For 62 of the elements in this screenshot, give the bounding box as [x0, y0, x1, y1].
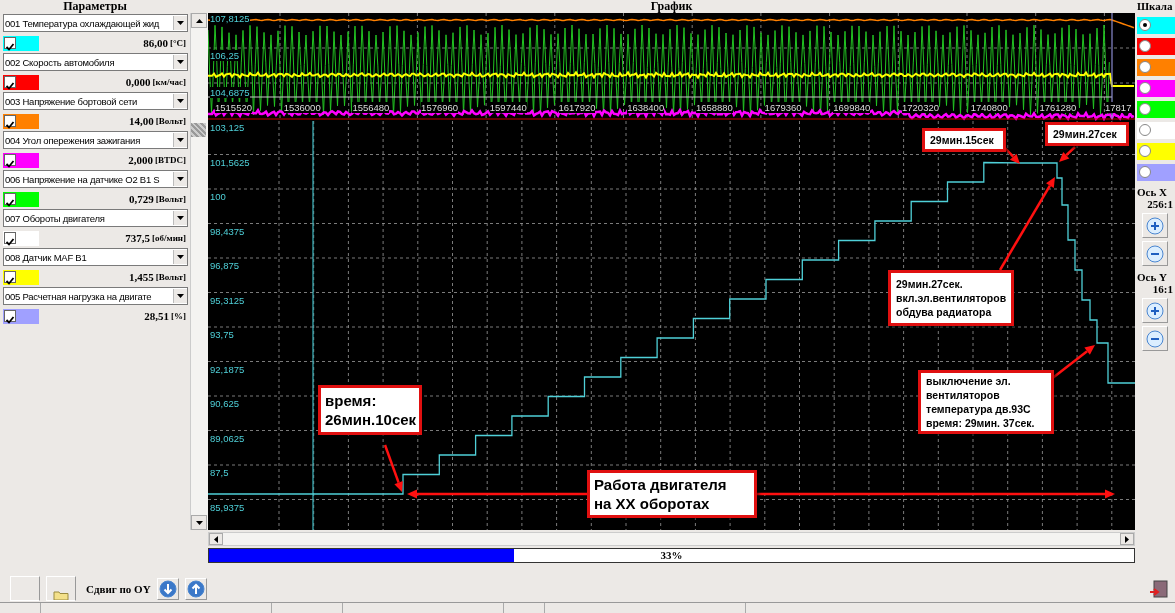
callout-note: время: 26мин.10сек — [318, 385, 422, 435]
value-text: 86,00 — [143, 37, 168, 49]
axis-label: 1699840 — [833, 102, 871, 113]
axis-label: 1658880 — [695, 102, 733, 113]
axis-label: 100 — [210, 191, 226, 202]
axis-label: 17817 — [1105, 102, 1132, 113]
axis-label: 1720320 — [902, 102, 939, 113]
axis-label: 1597440 — [489, 102, 527, 113]
parameter-dropdown[interactable]: 001 Температура охлаждающей жид — [3, 14, 188, 32]
parameter-dropdown[interactable]: 006 Напряжение на датчике O2 B1 S — [3, 170, 188, 188]
axis-label: 1679360 — [764, 102, 802, 113]
axis-label: 1515520 — [215, 102, 252, 113]
panel-title: Шкала — [1136, 0, 1174, 13]
callout-note: выключение эл. вентиляторов температура дв.93С время: 29мин. 37сек. — [918, 370, 1054, 434]
scale-ratio: 16:1 — [1152, 283, 1173, 295]
parameter-dropdown[interactable]: 003 Напряжение бортовой сети — [3, 92, 188, 110]
unit-text: [Вольт] — [155, 272, 186, 282]
progress-text: 33% — [660, 549, 683, 562]
value-text: 1,455 — [129, 271, 154, 283]
axis-label: 1617920 — [558, 102, 596, 113]
panel-title: График — [649, 0, 694, 13]
panel-title: Параметры — [62, 0, 128, 13]
axis-label: 87,5 — [210, 467, 229, 478]
unit-text: [BTDC] — [155, 155, 186, 165]
unit-text: [Вольт] — [155, 116, 186, 126]
value-text: 0,000 — [125, 76, 151, 88]
parameter-dropdown[interactable]: 007 Обороты двигателя — [3, 209, 188, 227]
value-text: 737,5 — [125, 232, 150, 244]
axis-label: 1576960 — [421, 102, 459, 113]
unit-text: [Вольт] — [155, 194, 186, 204]
axis-label: 104,6875 — [210, 87, 250, 98]
axis-label: 90,625 — [210, 398, 240, 409]
parameter-dropdown[interactable]: 005 Расчетная нагрузка на двигате — [3, 287, 188, 305]
parameter-dropdown[interactable]: 004 Угол опережения зажигания — [3, 131, 188, 149]
axis-label: Ось Y — [1137, 272, 1167, 283]
value-text: 2,000 — [128, 154, 153, 166]
unit-text: [°C] — [169, 38, 186, 48]
callout-note: Работа двигателя на ХХ оборотах — [587, 470, 757, 518]
axis-label: 103,125 — [210, 122, 245, 133]
axis-label: 1761280 — [1039, 102, 1077, 113]
axis-label: 1536000 — [283, 102, 321, 113]
axis-label: 107,8125 — [210, 13, 250, 24]
axis-label: 106,25 — [210, 50, 240, 61]
parameter-dropdown[interactable]: 002 Скорость автомобиля — [3, 53, 188, 71]
scale-ratio: 256:1 — [1147, 198, 1173, 210]
callout-note: 29мин.27сек. вкл.эл.вентиляторов обдува радиатора — [888, 270, 1014, 326]
value-text: 0,729 — [129, 193, 154, 205]
unit-text: [км/час] — [152, 77, 186, 87]
axis-label: 96,875 — [210, 260, 240, 271]
unit-text: [об/мин] — [152, 233, 186, 243]
value-text: 14,00 — [129, 115, 154, 127]
axis-label: 93,75 — [210, 329, 234, 340]
shift-label: Сдвиг по OY — [86, 582, 151, 595]
value-text: 28,51 — [144, 310, 169, 322]
axis-label: 1556480 — [352, 102, 390, 113]
axis-label: 1740800 — [970, 102, 1008, 113]
callout-note: 29мин.15сек — [922, 128, 1006, 152]
axis-label: Ось X — [1137, 187, 1167, 198]
axis-label: 1638400 — [627, 102, 665, 113]
parameter-dropdown[interactable]: 008 Датчик MAF B1 — [3, 248, 188, 266]
callout-note: 29мин.27сек — [1045, 122, 1129, 146]
unit-text: [%] — [171, 311, 186, 321]
